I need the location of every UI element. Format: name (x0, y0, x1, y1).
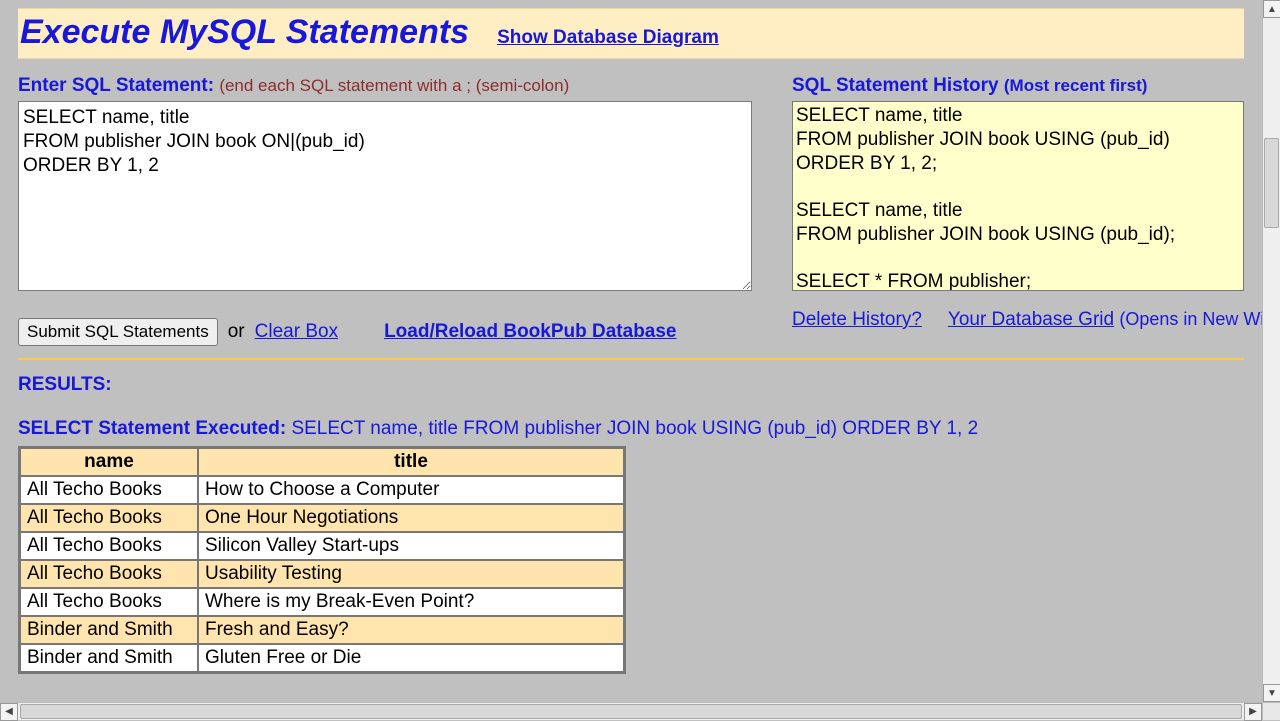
results-table: name title All Techo BooksHow to Choose … (18, 446, 626, 674)
history-label-text: SQL Statement History (792, 75, 999, 96)
cell-title: Silicon Valley Start-ups (198, 532, 624, 560)
your-grid-wrap: Your Database Grid (Opens in New Wind (948, 309, 1262, 331)
cell-title: Usability Testing (198, 560, 624, 588)
executed-sql: SELECT name, title FROM publisher JOIN b… (291, 418, 978, 439)
cell-name: All Techo Books (20, 532, 198, 560)
hscroll-track[interactable] (18, 703, 1244, 720)
input-history-row: Enter SQL Statement: (end each SQL state… (18, 75, 1244, 346)
cell-name: All Techo Books (20, 504, 198, 532)
vscroll-track[interactable] (1263, 18, 1280, 684)
submit-sql-button[interactable]: Submit SQL Statements (18, 318, 218, 346)
enter-sql-label-text: Enter SQL Statement: (18, 75, 214, 96)
hscroll-thumb[interactable] (20, 704, 1242, 719)
table-row: All Techo BooksUsability Testing (20, 560, 624, 588)
separator (18, 358, 1244, 360)
cell-name: Binder and Smith (20, 616, 198, 644)
page-content: Execute MySQL Statements Show Database D… (0, 0, 1262, 674)
results-header-row: name title (20, 448, 624, 476)
load-reload-link[interactable]: Load/Reload BookPub Database (384, 321, 676, 343)
page-title: Execute MySQL Statements (20, 13, 469, 52)
table-row: All Techo BooksHow to Choose a Computer (20, 476, 624, 504)
scroll-left-icon[interactable]: ◀ (0, 703, 18, 721)
grid-opens-note: (Opens in New Wind (1119, 309, 1262, 329)
results-label: RESULTS: (18, 374, 1244, 396)
show-diagram-link[interactable]: Show Database Diagram (497, 27, 719, 49)
table-row: Binder and SmithGluten Free or Die (20, 644, 624, 672)
executed-prefix: SELECT Statement Executed: (18, 418, 286, 439)
your-database-grid-link[interactable]: Your Database Grid (948, 309, 1114, 330)
vscroll-thumb[interactable] (1264, 138, 1279, 228)
cell-name: All Techo Books (20, 560, 198, 588)
cell-title: How to Choose a Computer (198, 476, 624, 504)
sql-input[interactable] (18, 101, 752, 291)
delete-history-link[interactable]: Delete History? (792, 309, 922, 331)
cell-title: Fresh and Easy? (198, 616, 624, 644)
clear-box-link[interactable]: Clear Box (255, 321, 338, 343)
table-row: All Techo BooksOne Hour Negotiations (20, 504, 624, 532)
scroll-up-icon[interactable]: ▲ (1263, 0, 1280, 18)
history-label: SQL Statement History (Most recent first… (792, 75, 1244, 97)
history-box[interactable]: SELECT name, title FROM publisher JOIN b… (792, 101, 1244, 291)
col-header-title: title (198, 448, 624, 476)
scrollbar-corner (1262, 702, 1280, 720)
vertical-scrollbar[interactable]: ▲ ▼ (1262, 0, 1280, 702)
title-bar: Execute MySQL Statements Show Database D… (18, 8, 1244, 59)
sql-actions-row: Submit SQL Statements or Clear Box Load/… (18, 318, 756, 346)
cell-title: Where is my Break-Even Point? (198, 588, 624, 616)
history-actions: Delete History? Your Database Grid (Open… (792, 309, 1244, 331)
executed-line: SELECT Statement Executed: SELECT name, … (18, 418, 1244, 440)
horizontal-scrollbar[interactable]: ◀ ▶ (0, 702, 1262, 720)
table-row: All Techo BooksWhere is my Break-Even Po… (20, 588, 624, 616)
sql-input-column: Enter SQL Statement: (end each SQL state… (18, 75, 756, 346)
history-column: SQL Statement History (Most recent first… (792, 75, 1244, 346)
cell-title: One Hour Negotiations (198, 504, 624, 532)
cell-name: All Techo Books (20, 476, 198, 504)
history-hint: (Most recent first) (1004, 76, 1148, 95)
scroll-right-icon[interactable]: ▶ (1244, 703, 1262, 721)
scroll-down-icon[interactable]: ▼ (1263, 684, 1280, 702)
cell-name: All Techo Books (20, 588, 198, 616)
enter-sql-label: Enter SQL Statement: (end each SQL state… (18, 75, 756, 97)
table-row: Binder and SmithFresh and Easy? (20, 616, 624, 644)
enter-sql-hint: (end each SQL statement with a ; (semi-c… (219, 76, 569, 95)
or-text: or (228, 321, 245, 343)
col-header-name: name (20, 448, 198, 476)
cell-name: Binder and Smith (20, 644, 198, 672)
page-viewport: Execute MySQL Statements Show Database D… (0, 0, 1262, 692)
table-row: All Techo BooksSilicon Valley Start-ups (20, 532, 624, 560)
cell-title: Gluten Free or Die (198, 644, 624, 672)
